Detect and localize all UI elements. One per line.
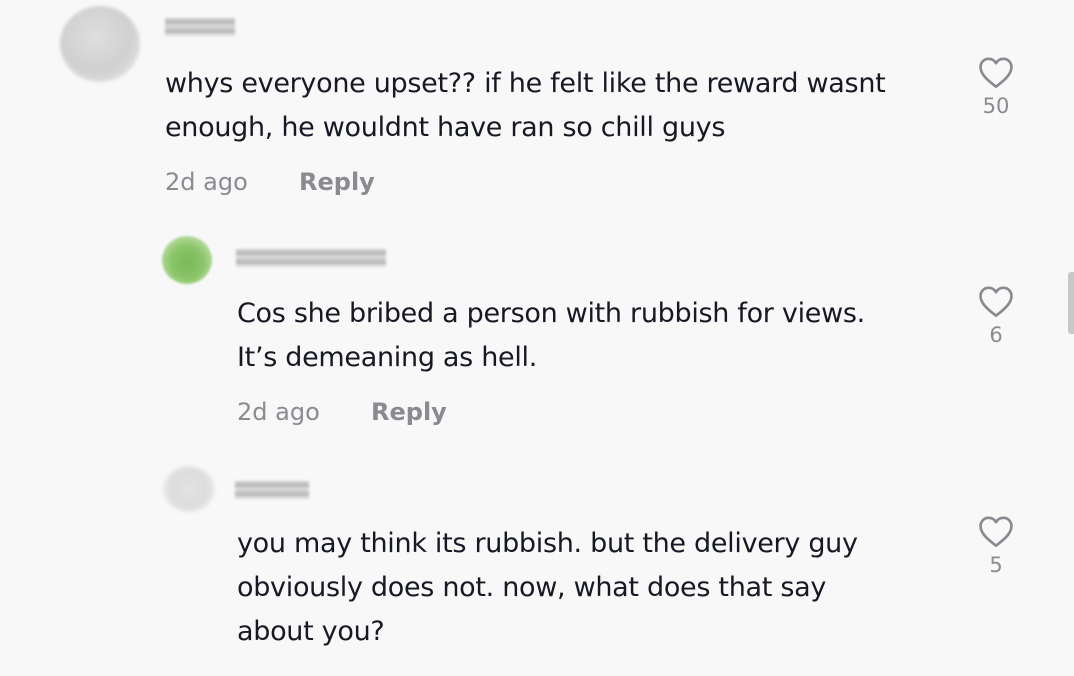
- comment-text-line: obviously does not. now, what does that …: [237, 572, 827, 603]
- scrollbar-thumb[interactable]: [1068, 272, 1074, 334]
- comment-text: you may think its rubbish. but the deliv…: [237, 522, 858, 654]
- avatar[interactable]: [163, 466, 215, 512]
- comment-text-line: you may think its rubbish. but the deliv…: [237, 528, 858, 559]
- username-redacted[interactable]: [235, 481, 309, 499]
- reply-comment-item: you may think its rubbish. but the deliv…: [0, 0, 1074, 676]
- like-button[interactable]: 5: [966, 514, 1026, 578]
- heart-outline-icon: [979, 516, 1013, 547]
- like-count: 5: [989, 553, 1003, 577]
- comment-text-line: about you?: [237, 616, 385, 647]
